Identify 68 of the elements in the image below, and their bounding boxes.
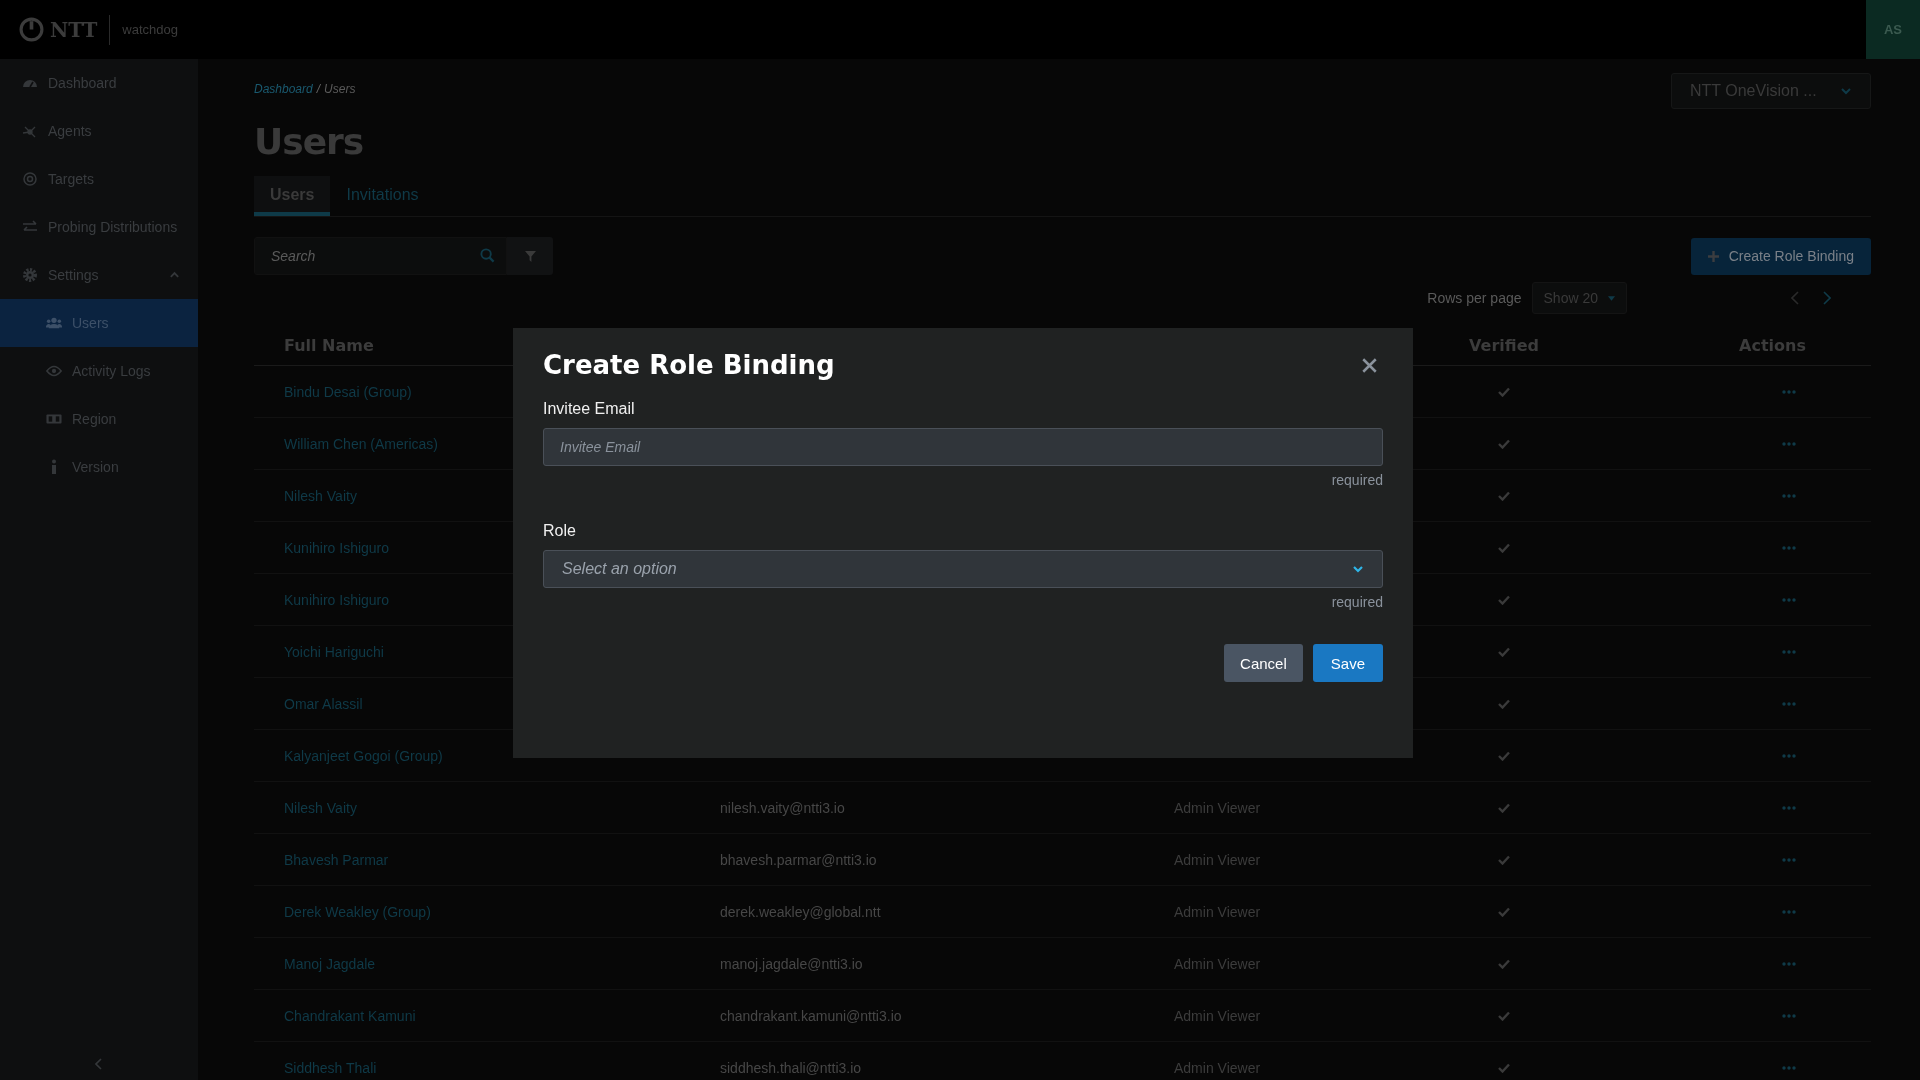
more-icon[interactable] (1782, 857, 1796, 862)
cancel-button[interactable]: Cancel (1224, 644, 1303, 682)
table-cell: chandrakant.kamuni@ntti3.io (720, 1007, 902, 1024)
target-icon (22, 171, 38, 187)
breadcrumb-current: Users (324, 82, 356, 96)
more-icon[interactable] (1782, 1065, 1796, 1070)
breadcrumb-link[interactable]: Dashboard (254, 82, 313, 96)
settings-icon (22, 267, 38, 283)
product-name: watchdog (122, 22, 178, 37)
plus-icon (1707, 250, 1719, 262)
close-icon[interactable] (1362, 357, 1377, 373)
next-page-icon[interactable] (1823, 291, 1831, 305)
user-name-link[interactable]: Kunihiro Ishiguro (284, 539, 390, 556)
table-cell: derek.weakley@global.ntt (720, 903, 881, 920)
user-name-link[interactable]: Omar Alassil (284, 695, 363, 712)
save-button[interactable]: Save (1312, 644, 1383, 682)
field-label: Invitee Email (543, 400, 635, 418)
table-cell: siddhesh.thali@ntti3.io (720, 1059, 862, 1076)
breadcrumb-separator: / (316, 82, 321, 96)
more-icon[interactable] (1782, 493, 1796, 498)
rows-per-page-label: Rows per page (1427, 290, 1522, 306)
required-hint: required (1331, 472, 1383, 488)
more-icon[interactable] (1782, 389, 1796, 394)
user-name-link[interactable]: Kunihiro Ishiguro (284, 591, 390, 608)
select-field[interactable]: Select an option (543, 550, 1383, 588)
search-icon (480, 248, 495, 263)
more-icon[interactable] (1782, 961, 1796, 966)
more-icon[interactable] (1782, 701, 1796, 706)
caret-icon (1608, 295, 1615, 301)
user-name-link[interactable]: Nilesh Vaity (284, 487, 357, 504)
more-icon[interactable] (1782, 909, 1796, 914)
input-field[interactable]: Invitee Email (543, 428, 1383, 466)
collapse-icon[interactable] (95, 1058, 103, 1070)
user-name-link[interactable]: Bhavesh Parmar (284, 851, 389, 868)
more-icon[interactable] (1782, 441, 1796, 446)
more-icon[interactable] (1782, 545, 1796, 550)
filter-icon (524, 250, 536, 262)
search-field[interactable]: Search (254, 237, 507, 275)
previous-page-icon[interactable] (1791, 291, 1799, 305)
more-icon[interactable] (1782, 597, 1796, 602)
required-hint: required (1331, 594, 1383, 610)
user-name-link[interactable]: Manoj Jagdale (284, 955, 376, 972)
power-icon (19, 17, 44, 42)
user-name-link[interactable]: Bindu Desai (Group) (284, 383, 412, 400)
field-label: Role (543, 522, 576, 540)
user-name-link[interactable]: William Chen (Americas) (284, 435, 439, 452)
dialog-title: Create Role Binding (543, 350, 835, 380)
user-name-link[interactable]: Kalyanjeet Gogoi (Group) (284, 747, 443, 764)
user-name-link[interactable]: Nilesh Vaity (284, 799, 357, 816)
logo-text: NTT (50, 17, 98, 42)
chevron-icon (1840, 87, 1852, 95)
more-icon[interactable] (1782, 753, 1796, 758)
chevron-icon (1352, 565, 1364, 573)
table-cell: bhavesh.parmar@ntti3.io (720, 851, 877, 868)
user-name-link[interactable]: Derek Weakley (Group) (284, 903, 431, 920)
more-icon[interactable] (1782, 805, 1796, 810)
user-name-link[interactable]: Siddhesh Thali (284, 1059, 377, 1076)
eye-icon (46, 363, 62, 379)
more-icon[interactable] (1782, 649, 1796, 654)
table-cell: manoj.jagdale@ntti3.io (720, 955, 863, 972)
users-icon (46, 315, 62, 331)
create-role-binding-button[interactable]: Create Role Binding (1690, 237, 1871, 275)
more-icon[interactable] (1782, 1013, 1796, 1018)
tab[interactable]: Invitations (330, 176, 435, 216)
table-cell: nilesh.vaity@ntti3.io (720, 799, 845, 816)
filter-button[interactable] (507, 237, 553, 275)
user-name-link[interactable]: Chandrakant Kamuni (284, 1007, 416, 1024)
user-name-link[interactable]: Yoichi Hariguchi (284, 643, 384, 660)
